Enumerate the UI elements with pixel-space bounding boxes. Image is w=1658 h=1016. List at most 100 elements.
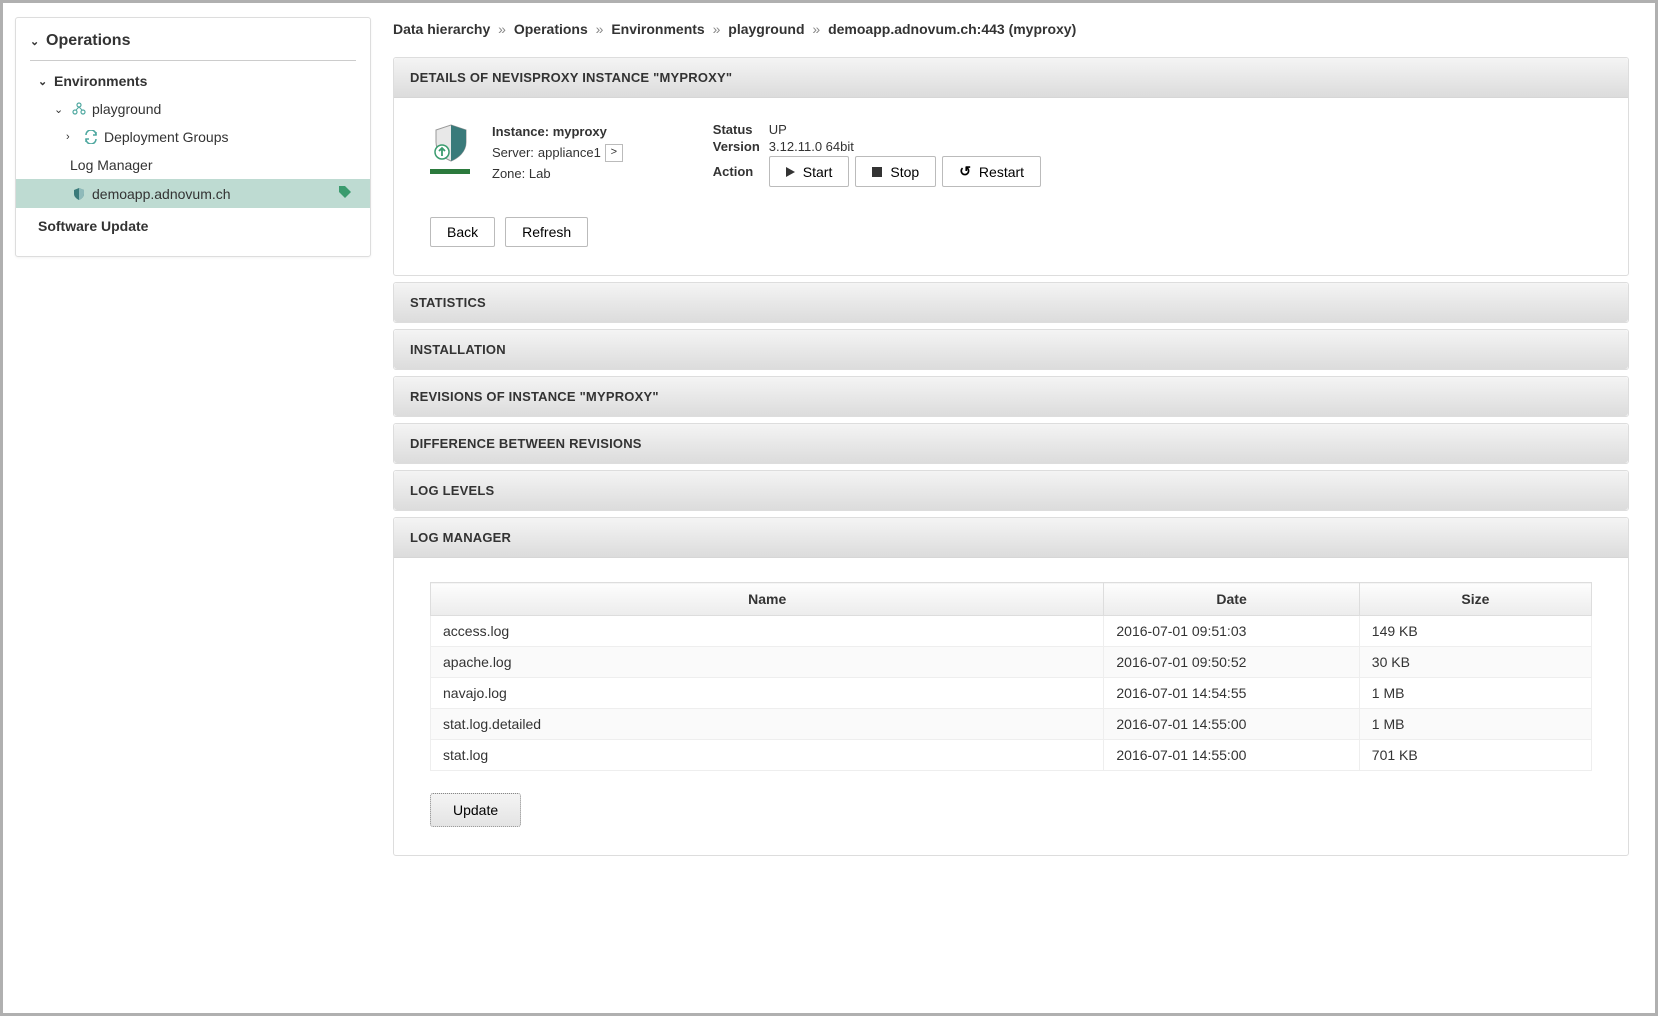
- cell-size: 1 MB: [1359, 709, 1591, 740]
- panel-header-installation[interactable]: INSTALLATION: [394, 330, 1628, 369]
- panel-body-logmanager: Name Date Size access.log2016-07-01 09:5…: [394, 558, 1628, 855]
- col-size[interactable]: Size: [1359, 583, 1591, 616]
- cell-size: 30 KB: [1359, 647, 1591, 678]
- shield-icon: [70, 187, 88, 201]
- server-value: appliance1: [538, 143, 601, 164]
- cell-date: 2016-07-01 14:54:55: [1104, 678, 1359, 709]
- cell-name: stat.log.detailed: [431, 709, 1104, 740]
- breadcrumb-sep: »: [596, 21, 604, 37]
- panel-header-statistics[interactable]: STATISTICS: [394, 283, 1628, 322]
- refresh-button[interactable]: Refresh: [505, 217, 588, 247]
- sidebar-item-deployment-groups[interactable]: › Deployment Groups: [16, 123, 370, 151]
- panel-installation: INSTALLATION: [393, 329, 1629, 370]
- panel-body-details: Instance: myproxy Server: appliance1 > Z…: [394, 98, 1628, 275]
- sync-icon: [82, 130, 100, 144]
- cell-size: 149 KB: [1359, 616, 1591, 647]
- panel-header-logmanager[interactable]: LOG MANAGER: [394, 518, 1628, 558]
- cell-date: 2016-07-01 14:55:00: [1104, 740, 1359, 771]
- zone-value: Lab: [529, 166, 551, 181]
- chevron-down-icon: ⌄: [38, 75, 50, 88]
- refresh-label: Refresh: [522, 224, 571, 240]
- update-button[interactable]: Update: [430, 793, 521, 827]
- panel-loglevels: LOG LEVELS: [393, 470, 1629, 511]
- col-date[interactable]: Date: [1104, 583, 1359, 616]
- stop-icon: [872, 167, 882, 177]
- status-label: Status: [713, 122, 769, 137]
- sidebar-item-label: Operations: [46, 32, 130, 50]
- back-button[interactable]: Back: [430, 217, 495, 247]
- status-bar: [430, 169, 470, 174]
- status-info: StatusUP Version3.12.11.0 64bit Action S…: [713, 122, 1041, 189]
- sidebar-item-label: Log Manager: [70, 157, 153, 173]
- breadcrumb: Data hierarchy » Operations » Environmen…: [393, 21, 1629, 37]
- table-row[interactable]: apache.log2016-07-01 09:50:5230 KB: [431, 647, 1592, 678]
- panel-header-details[interactable]: DETAILS OF NEVISPROXY INSTANCE "MYPROXY": [394, 58, 1628, 98]
- sidebar-item-label: Environments: [54, 73, 147, 89]
- play-icon: [786, 167, 795, 177]
- panel-header-revisions[interactable]: REVISIONS OF INSTANCE "MYPROXY": [394, 377, 1628, 416]
- cell-name: stat.log: [431, 740, 1104, 771]
- sidebar: ⌄ Operations ⌄ Environments ⌄ playground…: [3, 3, 383, 1013]
- cell-size: 1 MB: [1359, 678, 1591, 709]
- table-row[interactable]: access.log2016-07-01 09:51:03149 KB: [431, 616, 1592, 647]
- table-row[interactable]: navajo.log2016-07-01 14:54:551 MB: [431, 678, 1592, 709]
- table-row[interactable]: stat.log2016-07-01 14:55:00701 KB: [431, 740, 1592, 771]
- table-row[interactable]: stat.log.detailed2016-07-01 14:55:001 MB: [431, 709, 1592, 740]
- cell-name: navajo.log: [431, 678, 1104, 709]
- shield-icon: [430, 122, 472, 164]
- breadcrumb-environments[interactable]: Environments: [611, 21, 704, 37]
- instance-value: myproxy: [553, 124, 607, 139]
- breadcrumb-playground[interactable]: playground: [728, 21, 804, 37]
- panel-statistics: STATISTICS: [393, 282, 1629, 323]
- start-button[interactable]: Start: [769, 156, 850, 187]
- panel-revisions: REVISIONS OF INSTANCE "MYPROXY": [393, 376, 1629, 417]
- sidebar-item-demoapp[interactable]: demoapp.adnovum.ch: [16, 179, 370, 208]
- breadcrumb-root[interactable]: Data hierarchy: [393, 21, 490, 37]
- sidebar-item-environments[interactable]: ⌄ Environments: [16, 67, 370, 95]
- sidebar-item-label: Software Update: [38, 218, 148, 234]
- panel-header-loglevels[interactable]: LOG LEVELS: [394, 471, 1628, 510]
- breadcrumb-operations[interactable]: Operations: [514, 21, 588, 37]
- cell-size: 701 KB: [1359, 740, 1591, 771]
- panel-diff: DIFFERENCE BETWEEN REVISIONS: [393, 423, 1629, 464]
- restart-label: Restart: [979, 164, 1024, 180]
- version-value: 3.12.11.0 64bit: [769, 139, 854, 154]
- breadcrumb-current: demoapp.adnovum.ch:443 (myproxy): [828, 21, 1076, 37]
- main-content: Data hierarchy » Operations » Environmen…: [383, 3, 1655, 1013]
- instance-icon-wrap: [430, 122, 478, 189]
- back-label: Back: [447, 224, 478, 240]
- panel-logmanager: LOG MANAGER Name Date Size access.log201…: [393, 517, 1629, 856]
- cell-name: access.log: [431, 616, 1104, 647]
- restart-icon: ↺: [959, 163, 971, 180]
- server-label: Server:: [492, 143, 534, 164]
- cluster-icon: [70, 102, 88, 116]
- chevron-down-icon: ⌄: [54, 103, 66, 116]
- panel-details: DETAILS OF NEVISPROXY INSTANCE "MYPROXY": [393, 57, 1629, 276]
- sidebar-item-log-manager[interactable]: Log Manager: [16, 151, 370, 179]
- server-goto-button[interactable]: >: [605, 144, 623, 162]
- sidebar-item-label: playground: [92, 101, 161, 117]
- start-label: Start: [803, 164, 833, 180]
- chevron-down-icon: ⌄: [30, 35, 42, 48]
- cell-date: 2016-07-01 14:55:00: [1104, 709, 1359, 740]
- instance-label: Instance:: [492, 124, 549, 139]
- sidebar-item-label: Deployment Groups: [104, 129, 229, 145]
- divider: [30, 60, 356, 61]
- version-label: Version: [713, 139, 769, 154]
- sidebar-item-software-update[interactable]: Software Update: [16, 208, 370, 244]
- panel-header-diff[interactable]: DIFFERENCE BETWEEN REVISIONS: [394, 424, 1628, 463]
- sidebar-item-label: demoapp.adnovum.ch: [92, 186, 231, 202]
- sidebar-panel: ⌄ Operations ⌄ Environments ⌄ playground…: [15, 17, 371, 257]
- sidebar-item-operations[interactable]: ⌄ Operations: [16, 26, 370, 56]
- log-table: Name Date Size access.log2016-07-01 09:5…: [430, 582, 1592, 771]
- breadcrumb-sep: »: [812, 21, 820, 37]
- cell-name: apache.log: [431, 647, 1104, 678]
- cell-date: 2016-07-01 09:51:03: [1104, 616, 1359, 647]
- tag-icon: [338, 185, 360, 202]
- chevron-right-icon: ›: [66, 131, 78, 143]
- restart-button[interactable]: ↺ Restart: [942, 156, 1041, 187]
- col-name[interactable]: Name: [431, 583, 1104, 616]
- sidebar-item-playground[interactable]: ⌄ playground: [16, 95, 370, 123]
- cell-date: 2016-07-01 09:50:52: [1104, 647, 1359, 678]
- stop-button[interactable]: Stop: [855, 156, 936, 187]
